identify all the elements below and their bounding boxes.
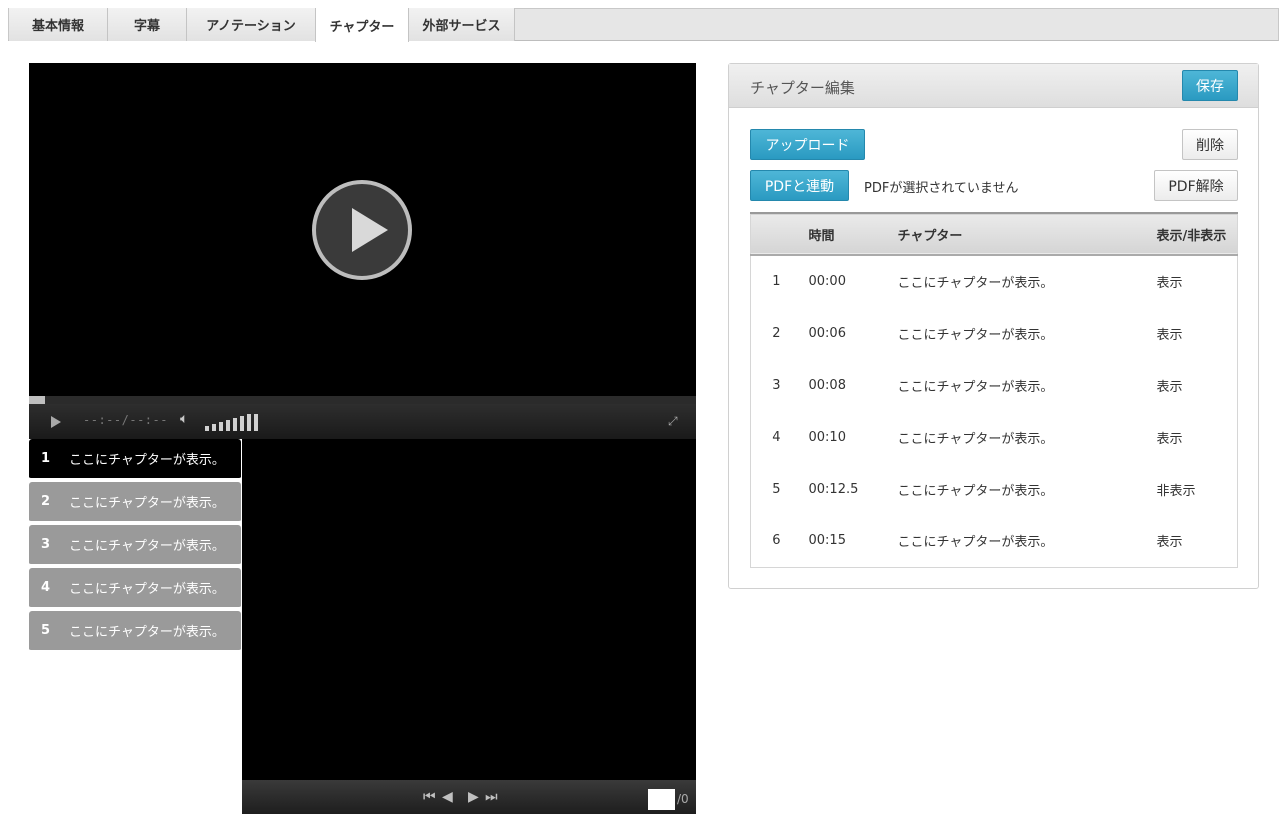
- row-visibility[interactable]: 非表示: [1157, 463, 1238, 515]
- row-number: 3: [772, 377, 781, 393]
- panel-header: チャプター編集 保存: [729, 64, 1258, 108]
- row-number: 5: [772, 481, 781, 497]
- chapter-editor-panel: チャプター編集 保存 アップロード 削除 PDFと連動 PDFが選択されていませ…: [728, 63, 1259, 589]
- fullscreen-icon[interactable]: ⤢: [668, 414, 678, 429]
- chapter-number: 3: [41, 537, 51, 552]
- row-visibility[interactable]: 表示: [1157, 411, 1238, 463]
- pdf-link-button[interactable]: PDFと連動: [750, 170, 849, 201]
- volume-bar: [254, 414, 258, 431]
- tab-basic-info[interactable]: 基本情報: [9, 8, 108, 41]
- chapter-list-item[interactable]: 1 ここにチャプターが表示。: [29, 439, 241, 480]
- row-chapter[interactable]: ここにチャプターが表示。: [898, 255, 1157, 307]
- row-number: 2: [772, 325, 781, 341]
- row-visibility[interactable]: 表示: [1157, 255, 1238, 307]
- chapter-number: 5: [41, 623, 51, 638]
- table-row[interactable]: 6 00:15 ここにチャプターが表示。 表示: [751, 515, 1238, 567]
- row-visibility[interactable]: 表示: [1157, 307, 1238, 359]
- save-button[interactable]: 保存: [1182, 70, 1238, 101]
- seek-handle[interactable]: [29, 396, 45, 404]
- row-chapter[interactable]: ここにチャプターが表示。: [898, 515, 1157, 567]
- row-chapter[interactable]: ここにチャプターが表示。: [898, 411, 1157, 463]
- tab-bar: 基本情報 字幕 アノテーション チャプター 外部サービス: [8, 8, 1279, 42]
- chapter-number: 2: [41, 494, 51, 509]
- row-time[interactable]: 00:08: [809, 359, 898, 411]
- row-time[interactable]: 00:06: [809, 307, 898, 359]
- play-icon: [352, 208, 388, 252]
- table-row[interactable]: 3 00:08 ここにチャプターが表示。 表示: [751, 359, 1238, 411]
- chapter-title: ここにチャプターが表示。: [69, 539, 225, 554]
- next-page-icon[interactable]: ▶: [468, 789, 479, 805]
- chapter-list-item[interactable]: 5 ここにチャプターが表示。: [29, 611, 241, 652]
- page-number-input[interactable]: [648, 789, 675, 810]
- delete-button[interactable]: 削除: [1182, 129, 1238, 160]
- volume-bar: [226, 420, 230, 431]
- chapter-title: ここにチャプターが表示。: [69, 453, 225, 468]
- volume-bar: [212, 424, 216, 431]
- row-time[interactable]: 00:10: [809, 411, 898, 463]
- row-visibility[interactable]: 表示: [1157, 359, 1238, 411]
- chapter-list-item[interactable]: 3 ここにチャプターが表示。: [29, 525, 241, 566]
- tab-chapter[interactable]: チャプター: [315, 8, 409, 42]
- speaker-icon[interactable]: 🔈︎: [180, 411, 188, 427]
- video-player[interactable]: --:--/--:-- 🔈︎ ⤢: [29, 63, 696, 439]
- player-controls: --:--/--:-- 🔈︎ ⤢: [29, 404, 696, 439]
- row-chapter[interactable]: ここにチャプターが表示。: [898, 359, 1157, 411]
- pdf-status-text: PDFが選択されていません: [864, 181, 1019, 196]
- row-number: 4: [772, 429, 781, 445]
- row-time[interactable]: 00:12.5: [809, 463, 898, 515]
- panel-title: チャプター編集: [750, 79, 855, 97]
- table-header-row: 時間 チャプター 表示/非表示: [750, 213, 1238, 255]
- chapter-list-item[interactable]: 4 ここにチャプターが表示。: [29, 568, 241, 609]
- upload-button[interactable]: アップロード: [750, 129, 865, 160]
- prev-page-icon[interactable]: ◀: [442, 789, 453, 805]
- chapter-list-item[interactable]: 2 ここにチャプターが表示。: [29, 482, 241, 523]
- row-time[interactable]: 00:15: [809, 515, 898, 567]
- chapter-title: ここにチャプターが表示。: [69, 496, 225, 511]
- page-total: /0: [677, 792, 689, 806]
- row-time[interactable]: 00:00: [809, 255, 898, 307]
- row-number: 6: [772, 533, 781, 549]
- first-page-icon[interactable]: ⏮: [423, 789, 436, 805]
- column-header-number: [751, 213, 809, 255]
- volume-bar: [219, 422, 223, 431]
- pdf-viewer[interactable]: [242, 439, 696, 780]
- play-icon[interactable]: [51, 416, 61, 428]
- pdf-unlink-button[interactable]: PDF解除: [1154, 170, 1238, 201]
- chapter-title: ここにチャプターが表示。: [69, 582, 225, 597]
- tab-subtitles[interactable]: 字幕: [108, 8, 187, 41]
- column-header-visibility: 表示/非表示: [1156, 228, 1227, 244]
- big-play-button[interactable]: [312, 180, 412, 280]
- chapter-table: 時間 チャプター 表示/非表示 1 00:00 ここにチャプターが表示。 表示 …: [750, 212, 1238, 568]
- volume-slider[interactable]: [205, 413, 265, 431]
- table-row[interactable]: 1 00:00 ここにチャプターが表示。 表示: [751, 255, 1238, 307]
- seek-bar[interactable]: [29, 396, 696, 404]
- volume-bar: [247, 414, 251, 431]
- pdf-controls: ⏮ ◀ ▶ ⏭ /0: [242, 780, 696, 814]
- time-display: --:--/--:--: [83, 413, 168, 427]
- chapter-number: 1: [41, 451, 51, 466]
- row-chapter[interactable]: ここにチャプターが表示。: [898, 307, 1157, 359]
- tab-external-services[interactable]: 外部サービス: [409, 8, 515, 41]
- table-row[interactable]: 2 00:06 ここにチャプターが表示。 表示: [751, 307, 1238, 359]
- volume-bar: [205, 426, 209, 431]
- table-row[interactable]: 5 00:12.5 ここにチャプターが表示。 非表示: [751, 463, 1238, 515]
- volume-bar: [233, 418, 237, 431]
- table-row[interactable]: 4 00:10 ここにチャプターが表示。 表示: [751, 411, 1238, 463]
- column-header-time: 時間: [808, 228, 835, 244]
- row-visibility[interactable]: 表示: [1157, 515, 1238, 567]
- chapter-number: 4: [41, 580, 51, 595]
- column-header-chapter: チャプター: [897, 228, 963, 244]
- row-number: 1: [772, 274, 781, 289]
- last-page-icon[interactable]: ⏭: [485, 789, 498, 805]
- row-chapter[interactable]: ここにチャプターが表示。: [898, 463, 1157, 515]
- tab-annotation[interactable]: アノテーション: [187, 8, 316, 41]
- chapter-title: ここにチャプターが表示。: [69, 625, 225, 640]
- volume-bar: [240, 416, 244, 431]
